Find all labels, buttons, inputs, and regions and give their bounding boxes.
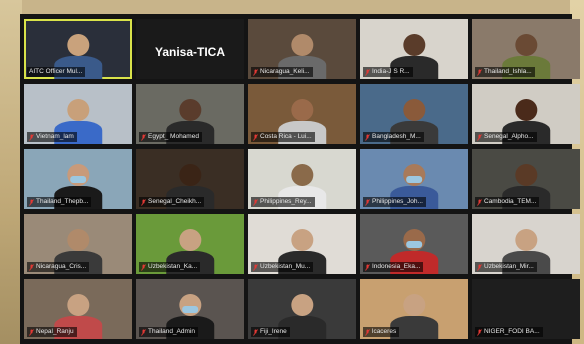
participant-tile[interactable]: Uzbekistan_Ka... (136, 214, 244, 274)
participant-tile[interactable]: Thailand_Thepb... (24, 149, 132, 209)
participant-name-label: Senegal_Alpho... (475, 132, 537, 142)
mic-muted-icon (477, 198, 482, 206)
participant-name-label: India-J S R... (363, 67, 413, 77)
participant-tile[interactable]: AITC Officer Mul... (24, 19, 132, 79)
participant-tile[interactable]: NIGER_FODI BA... (472, 279, 580, 339)
participant-tile[interactable]: Nepal_Ranju (24, 279, 132, 339)
mic-muted-icon (29, 328, 34, 336)
participant-name: Thailand_Ishla... (484, 68, 532, 75)
participant-name: Philippines_Joh... (372, 198, 423, 205)
participant-name-label: Nicaragua_Cris... (27, 262, 90, 272)
participant-name-label: Thailand_Admin (139, 327, 198, 337)
participant-tile[interactable]: Philippines_Joh... (360, 149, 468, 209)
participant-name: Costa Rica - Lui... (260, 133, 312, 140)
participant-name-label: Vietnam_lam (27, 132, 77, 142)
participant-name-label: Nicaragua_Keli... (251, 67, 313, 77)
participant-name-label: Philippines_Joh... (363, 197, 426, 207)
participant-tile[interactable]: Indonesia_Eka... (360, 214, 468, 274)
participant-name-label: Cambodia_TEM... (475, 197, 540, 207)
participant-name: Philippines_Rey... (260, 198, 312, 205)
participant-name: Bangladesh_M... (372, 133, 421, 140)
participant-tile[interactable]: Uzbekistan_Mu... (248, 214, 356, 274)
participant-name-label: Thailand_Thepb... (27, 197, 92, 207)
participant-tile[interactable]: Costa Rica - Lui... (248, 84, 356, 144)
mic-muted-icon (141, 263, 146, 271)
participant-tile[interactable]: Nicaragua_Keli... (248, 19, 356, 79)
participant-name: Thailand_Admin (148, 328, 195, 335)
mic-muted-icon (365, 263, 370, 271)
participant-name-label: Thailand_Ishla... (475, 67, 535, 77)
participant-name-label: Nepal_Ranju (27, 327, 77, 337)
participant-name-label: lcaceres (363, 327, 400, 337)
participant-tile[interactable]: India-J S R... (360, 19, 468, 79)
mic-muted-icon (253, 68, 258, 76)
mic-muted-icon (477, 68, 482, 76)
mic-muted-icon (477, 328, 482, 336)
participant-name: Nicaragua_Keli... (260, 68, 310, 75)
participant-name-label: Indonesia_Eka... (363, 262, 424, 272)
participant-name: Senegal_Cheikh... (148, 198, 202, 205)
participant-name-label: Senegal_Cheikh... (139, 197, 205, 207)
mic-muted-icon (365, 328, 370, 336)
mic-muted-icon (253, 133, 258, 141)
participant-tile[interactable]: Thailand_Admin (136, 279, 244, 339)
mic-muted-icon (253, 263, 258, 271)
participant-tile[interactable]: Vietnam_lam (24, 84, 132, 144)
participant-tile[interactable]: Uzbekistan_Mir... (472, 214, 580, 274)
mic-muted-icon (141, 328, 146, 336)
participant-name: Thailand_Thepb... (36, 198, 89, 205)
participant-tile[interactable]: Senegal_Cheikh... (136, 149, 244, 209)
participant-tile[interactable]: Thailand_Ishla... (472, 19, 580, 79)
participant-name: AITC Officer Mul... (29, 68, 83, 75)
participant-name: Nicaragua_Cris... (36, 263, 87, 270)
participant-tile[interactable]: Egypt_ Mohamed (136, 84, 244, 144)
participant-name: NIGER_FODI BA... (484, 328, 540, 335)
participant-tile[interactable]: lcaceres (360, 279, 468, 339)
mic-muted-icon (29, 198, 34, 206)
participant-name-label: Uzbekistan_Mir... (475, 262, 537, 272)
participant-name: India-J S R... (372, 68, 410, 75)
participant-name: Indonesia_Eka... (372, 263, 421, 270)
participant-name-label: Philippines_Rey... (251, 197, 315, 207)
participant-name: Cambodia_TEM... (484, 198, 537, 205)
participant-name: Egypt_ Mohamed (148, 133, 199, 140)
participant-name-label: AITC Officer Mul... (27, 67, 86, 77)
mic-muted-icon (365, 198, 370, 206)
participant-name: Nepal_Ranju (36, 328, 74, 335)
participant-tile[interactable]: Yanisa-TICA (136, 19, 244, 79)
participant-name-label: Uzbekistan_Ka... (139, 262, 201, 272)
participant-name-label: Costa Rica - Lui... (251, 132, 315, 142)
participant-name-label: Uzbekistan_Mu... (251, 262, 314, 272)
participant-tile[interactable]: Philippines_Rey... (248, 149, 356, 209)
mic-muted-icon (141, 198, 146, 206)
video-grid: AITC Officer Mul... Yanisa-TICA Nicaragua_… (20, 14, 580, 344)
participant-name-label: Bangladesh_M... (363, 132, 424, 142)
mic-muted-icon (365, 68, 370, 76)
participant-tile[interactable]: Cambodia_TEM... (472, 149, 580, 209)
participant-name: lcaceres (372, 328, 397, 335)
background-left (0, 0, 22, 344)
participant-name-label: Fiji_Irene (251, 327, 290, 337)
mic-muted-icon (141, 133, 146, 141)
mic-muted-icon (29, 263, 34, 271)
participant-name: Fiji_Irene (260, 328, 287, 335)
mic-muted-icon (253, 328, 258, 336)
mic-muted-icon (253, 198, 258, 206)
participant-name: Uzbekistan_Ka... (148, 263, 198, 270)
mic-muted-icon (29, 133, 34, 141)
participant-name-label: Egypt_ Mohamed (139, 132, 202, 142)
participant-name-label: NIGER_FODI BA... (475, 327, 543, 337)
participant-tile[interactable]: Bangladesh_M... (360, 84, 468, 144)
mic-muted-icon (477, 263, 482, 271)
participant-name: Uzbekistan_Mir... (484, 263, 534, 270)
participant-name: Vietnam_lam (36, 133, 74, 140)
participant-tile[interactable]: Senegal_Alpho... (472, 84, 580, 144)
participant-name-display: Yanisa-TICA (154, 45, 226, 59)
mic-muted-icon (365, 133, 370, 141)
mic-muted-icon (477, 133, 482, 141)
participant-name: Senegal_Alpho... (484, 133, 534, 140)
participant-tile[interactable]: Fiji_Irene (248, 279, 356, 339)
participant-name: Uzbekistan_Mu... (260, 263, 311, 270)
participant-tile[interactable]: Nicaragua_Cris... (24, 214, 132, 274)
